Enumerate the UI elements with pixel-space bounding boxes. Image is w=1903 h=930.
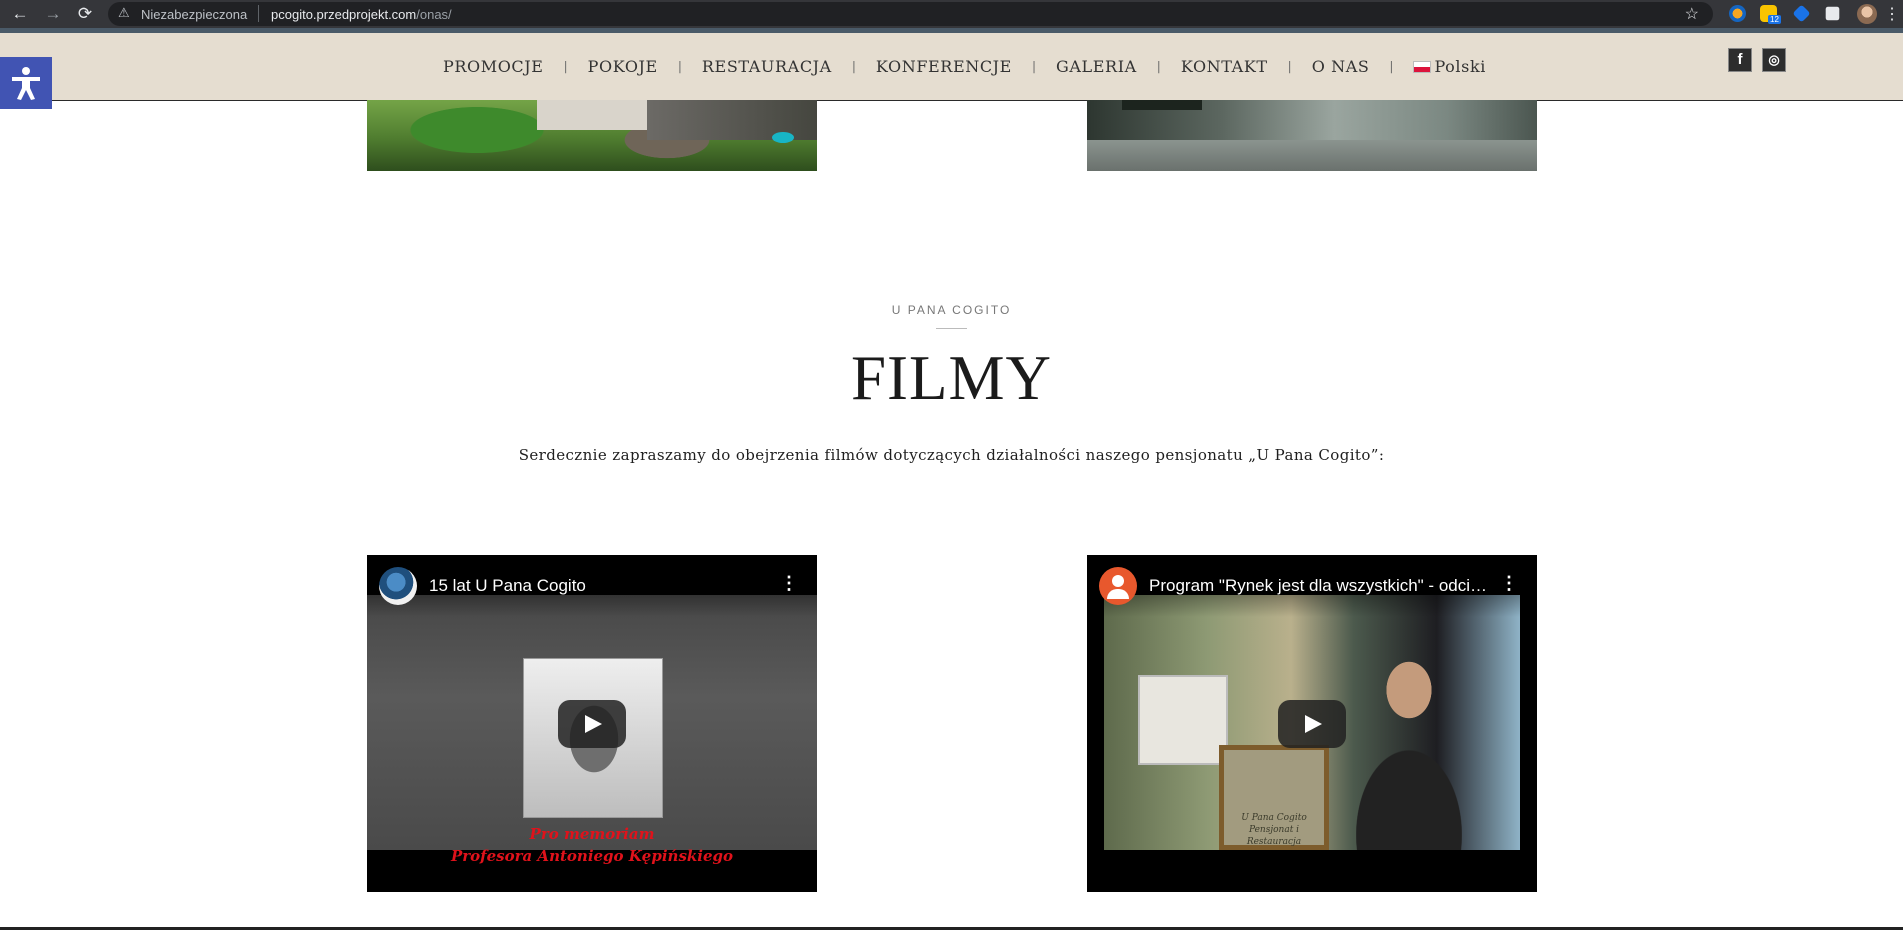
- reload-icon[interactable]: ⟳: [75, 4, 95, 24]
- interviewee: [1334, 635, 1484, 850]
- photo-detail: [537, 100, 647, 130]
- video-title[interactable]: 15 lat U Pana Cogito: [429, 576, 769, 596]
- play-button[interactable]: [1278, 700, 1346, 748]
- bookmark-star-icon[interactable]: ☆: [1685, 4, 1699, 24]
- language-switcher[interactable]: Polski: [1413, 57, 1486, 76]
- warning-icon[interactable]: ⚠: [118, 5, 130, 21]
- hotel-entrance-photo: [1087, 100, 1537, 171]
- nav-separator: |: [851, 59, 856, 73]
- address-bar[interactable]: ⚠ Niezabezpieczona pcogito.przedprojekt.…: [108, 2, 1713, 26]
- forward-icon[interactable]: →: [43, 4, 63, 24]
- nav-separator: |: [563, 59, 568, 73]
- photo-detail: [1087, 140, 1537, 171]
- url-text[interactable]: pcogito.przedprojekt.com/onas/: [271, 7, 452, 22]
- security-label[interactable]: Niezabezpieczona: [141, 7, 247, 22]
- address-separator: [258, 5, 259, 22]
- main-menu: PROMOCJE | POKOJE | RESTAURACJA | KONFER…: [443, 53, 1486, 79]
- nav-galeria[interactable]: GALERIA: [1056, 57, 1137, 76]
- nav-kontakt[interactable]: KONTAKT: [1181, 57, 1268, 76]
- nav-promocje[interactable]: PROMOCJE: [443, 57, 544, 76]
- section-divider: [936, 328, 967, 329]
- framed-picture: U Pana Cogito Pensjonat i Restauracja: [1219, 745, 1329, 850]
- play-button[interactable]: [558, 700, 626, 748]
- user-icon-body: [1107, 589, 1129, 599]
- caption-line: Pro memoriam: [529, 825, 655, 843]
- nav-separator: |: [677, 59, 682, 73]
- video-player-2[interactable]: U Pana Cogito Pensjonat i Restauracja Pr…: [1087, 555, 1537, 892]
- accessibility-icon: [12, 67, 40, 100]
- facebook-icon[interactable]: f: [1728, 48, 1752, 72]
- caption-line: Profesora Antoniego Kępińskiego: [450, 847, 734, 865]
- nav-separator: |: [1389, 59, 1394, 73]
- url-path: /onas/: [416, 7, 452, 22]
- nav-separator: |: [1031, 59, 1037, 73]
- photo-detail: [772, 132, 794, 143]
- nav-separator: |: [1156, 59, 1161, 73]
- thumbnail-caption: Pro memoriam Profesora Antoniego Kępińsk…: [367, 823, 817, 867]
- extension-firefox-icon[interactable]: [1729, 5, 1746, 22]
- site-header: PROMOCJE | POKOJE | RESTAURACJA | KONFER…: [0, 33, 1903, 101]
- extension-tag-icon[interactable]: [1792, 4, 1811, 23]
- section-lead: Serdecznie zapraszamy do obejrzenia film…: [518, 446, 1385, 464]
- video-title[interactable]: Program "Rynek jest dla wszystkich" - od…: [1149, 576, 1489, 596]
- section-title: FILMY: [850, 343, 1052, 413]
- extension-badge: 12: [1768, 15, 1781, 24]
- photo-detail: [1122, 100, 1202, 110]
- hotel-garden-photo: [367, 100, 817, 171]
- nav-pokoje[interactable]: POKOJE: [588, 57, 658, 76]
- caption-line: U Pana Cogito: [1241, 813, 1307, 823]
- channel-avatar[interactable]: [379, 567, 417, 605]
- url-domain: pcogito.przedprojekt.com: [271, 7, 417, 22]
- polish-flag-icon: [1413, 60, 1432, 73]
- more-options-icon[interactable]: ⋮: [779, 573, 799, 594]
- accessibility-button[interactable]: [0, 57, 52, 109]
- caption-line: Pensjonat i Restauracja: [1246, 825, 1302, 847]
- section-eyebrow: U PANA COGITO: [891, 303, 1012, 317]
- nav-o-nas[interactable]: O NAS: [1312, 57, 1370, 76]
- tripadvisor-icon[interactable]: ◎: [1762, 48, 1786, 72]
- nav-separator: |: [1287, 59, 1292, 73]
- channel-avatar[interactable]: [1099, 567, 1137, 605]
- nav-restauracja[interactable]: RESTAURACJA: [702, 57, 832, 76]
- frame-caption: U Pana Cogito Pensjonat i Restauracja: [1224, 812, 1324, 848]
- building-photo: [1138, 675, 1228, 765]
- nav-konferencje[interactable]: KONFERENCJE: [876, 57, 1012, 76]
- more-options-icon[interactable]: ⋮: [1499, 573, 1519, 594]
- video-player-1[interactable]: Pro memoriam Profesora Antoniego Kępińsk…: [367, 555, 817, 892]
- extensions-puzzle-icon[interactable]: [1825, 6, 1840, 21]
- browser-menu-icon[interactable]: ⋮: [1884, 4, 1900, 24]
- profile-avatar[interactable]: [1857, 4, 1877, 24]
- back-icon[interactable]: ←: [10, 4, 30, 24]
- language-label: Polski: [1434, 56, 1486, 76]
- browser-toolbar: ← → ⟳ ⚠ Niezabezpieczona pcogito.przedpr…: [0, 0, 1903, 28]
- user-icon-head: [1112, 575, 1124, 587]
